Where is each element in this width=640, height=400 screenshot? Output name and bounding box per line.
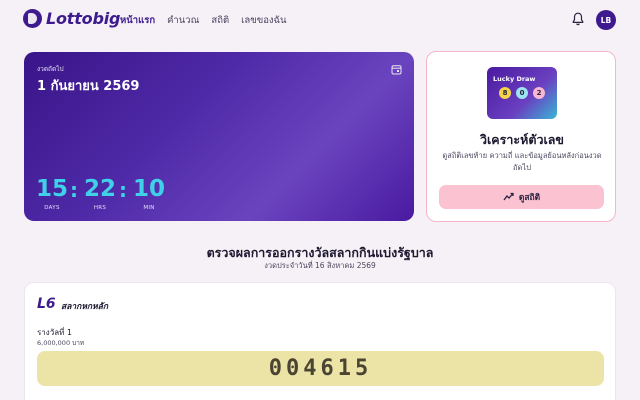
first-prize-amount: 6,000,000 บาท	[37, 339, 85, 347]
countdown-separator: :	[119, 178, 127, 202]
countdown-minutes: 10 MIN	[133, 176, 165, 211]
next-draw-date: 1 กันยายน 2569	[37, 79, 140, 94]
countdown-hours: 22 HRS	[84, 176, 116, 211]
user-avatar[interactable]: LB	[596, 10, 616, 30]
analyze-numbers-card: Lucky Draw 8 0 2 วิเคราะห์ตัวเลข ดูสถิติ…	[426, 51, 616, 222]
lottery-ball: 2	[533, 87, 545, 99]
countdown-separator: :	[70, 178, 78, 202]
lottery-type-name: สลากหกหลัก	[61, 302, 109, 312]
countdown-hours-label: HRS	[93, 205, 107, 211]
next-draw-label: งวดถัดไป	[37, 65, 64, 73]
countdown-minutes-value: 10	[133, 176, 166, 202]
view-stats-label: ดูสถิติ	[518, 193, 541, 203]
lottobig-logo-icon	[23, 9, 42, 28]
thumbnail-title: Lucky Draw	[493, 75, 536, 83]
nav-item-calculate[interactable]: คำนวณ	[167, 13, 199, 28]
brand-name: Lottobig	[46, 9, 121, 28]
nav-item-home[interactable]: หน้าแรก	[120, 13, 155, 28]
countdown-days: 15 DAYS	[36, 176, 68, 211]
lucky-draw-thumbnail: Lucky Draw 8 0 2	[487, 67, 557, 119]
main-nav: หน้าแรก คำนวณ สถิติ เลขของฉัน	[120, 13, 287, 28]
analyze-title: วิเคราะห์ตัวเลข	[480, 132, 564, 147]
bell-icon[interactable]	[572, 12, 584, 26]
first-prize-number: 004615	[268, 356, 373, 381]
view-stats-button[interactable]: ดูสถิติ	[439, 185, 604, 209]
countdown-minutes-label: MIN	[143, 205, 155, 211]
countdown-days-value: 15	[36, 176, 69, 202]
nav-item-my-numbers[interactable]: เลขของฉัน	[241, 13, 286, 28]
first-prize-number-box: 004615	[37, 351, 604, 386]
analyze-description: ดูสถิติเลขท้าย ความถี่ และข้อมูลย้อนหลัง…	[442, 151, 602, 172]
top-header: Lottobig หน้าแรก คำนวณ สถิติ เลขของฉัน L…	[0, 0, 640, 40]
brand-logo[interactable]: Lottobig	[23, 9, 120, 28]
next-draw-countdown-card: งวดถัดไป 1 กันยายน 2569 15 DAYS : 22 HRS…	[24, 52, 414, 221]
nav-item-stats[interactable]: สถิติ	[211, 13, 229, 28]
calendar-icon[interactable]	[391, 64, 402, 75]
countdown-hours-value: 22	[84, 176, 117, 202]
countdown-days-label: DAYS	[44, 205, 60, 211]
results-subtitle: งวดประจำวันที่ 16 สิงหาคม 2569	[264, 261, 376, 270]
trend-chart-icon	[503, 192, 514, 201]
lottery-ball: 8	[499, 87, 511, 99]
six-digit-lottery-card: L6 สลากหกหลัก รางวัลที่ 1 6,000,000 บาท …	[24, 282, 616, 400]
l6-logo: L6	[37, 296, 56, 312]
lottery-ball: 0	[516, 87, 528, 99]
